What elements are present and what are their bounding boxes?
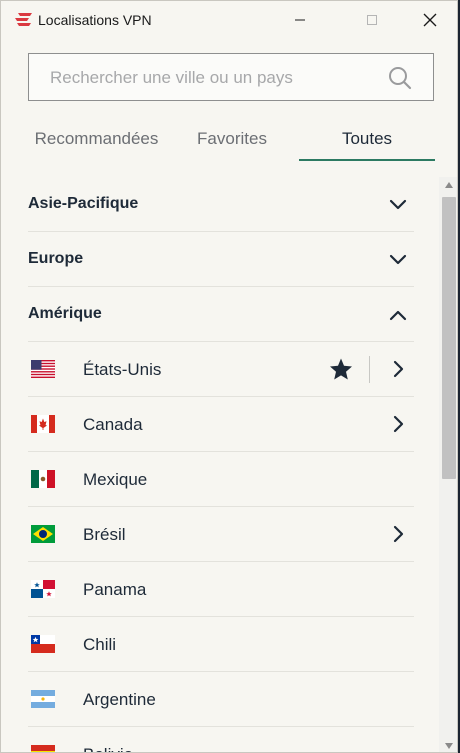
region-row-america[interactable]: Amérique [28,287,414,342]
country-row-united-states[interactable]: États-Unis [28,342,414,397]
country-label: Mexique [83,470,148,489]
minimize-button[interactable] [277,1,323,39]
search-icon[interactable] [388,66,412,90]
chevron-down-icon [389,199,407,210]
locations-list-area: Asie-Pacifique Europe Amérique États-Uni… [1,177,437,752]
locations-list: Asie-Pacifique Europe Amérique États-Uni… [28,177,414,752]
country-label: États-Unis [83,360,162,379]
country-row-bolivia[interactable]: Bolivie [28,727,414,752]
scroll-up-arrow-icon[interactable] [444,181,454,189]
vpn-locations-window: Localisations VPN Recommandées Favorites [0,0,458,753]
scrollbar-thumb[interactable] [442,197,456,479]
brazil-flag-icon [31,525,55,543]
tab-all[interactable]: Toutes [299,119,435,161]
country-row-mexico[interactable]: Mexique [28,452,414,507]
country-label: Chili [83,635,117,654]
tab-favorites[interactable]: Favorites [177,119,287,159]
region-label: Asie-Pacifique [28,195,139,212]
country-label: Panama [83,580,147,599]
window-title: Localisations VPN [38,12,152,28]
country-label: Canada [83,415,143,434]
mexico-flag-icon [31,470,55,488]
country-row-argentina[interactable]: Argentine [28,672,414,727]
country-label: Brésil [83,525,126,544]
close-button[interactable] [407,1,453,39]
maximize-button[interactable] [349,1,395,39]
location-tabs: Recommandées Favorites Toutes [28,119,436,161]
scroll-down-arrow-icon[interactable] [444,742,454,750]
close-icon [423,13,437,27]
country-label: Bolivie [83,745,133,752]
minimize-icon [295,19,305,21]
maximize-icon [367,15,377,25]
title-bar: Localisations VPN [1,1,457,39]
country-row-canada[interactable]: Canada [28,397,414,452]
chevron-up-icon [389,310,407,321]
region-label: Amérique [28,305,102,322]
country-row-panama[interactable]: Panama [28,562,414,617]
chevron-right-icon[interactable] [388,524,408,544]
canada-flag-icon [31,415,55,433]
chevron-down-icon [389,254,407,265]
favorite-star-icon[interactable] [329,358,353,380]
chevron-right-icon[interactable] [388,414,408,434]
chevron-right-icon[interactable] [388,359,408,379]
search-input[interactable] [48,54,382,102]
region-row-europe[interactable]: Europe [28,232,414,287]
tab-recommended[interactable]: Recommandées [28,119,165,159]
chile-flag-icon [31,635,55,653]
search-box [28,53,434,102]
region-row-asia-pacific[interactable]: Asie-Pacifique [28,177,414,232]
argentina-flag-icon [31,690,55,708]
bolivia-flag-icon [31,745,55,752]
panama-flag-icon [31,580,55,598]
list-scrollbar[interactable] [439,177,457,752]
country-row-chile[interactable]: Chili [28,617,414,672]
row-divider [369,356,370,383]
country-row-brazil[interactable]: Brésil [28,507,414,562]
region-label: Europe [28,250,84,267]
us-flag-icon [31,360,55,378]
country-label: Argentine [83,690,156,709]
expressvpn-logo-icon [15,13,32,26]
